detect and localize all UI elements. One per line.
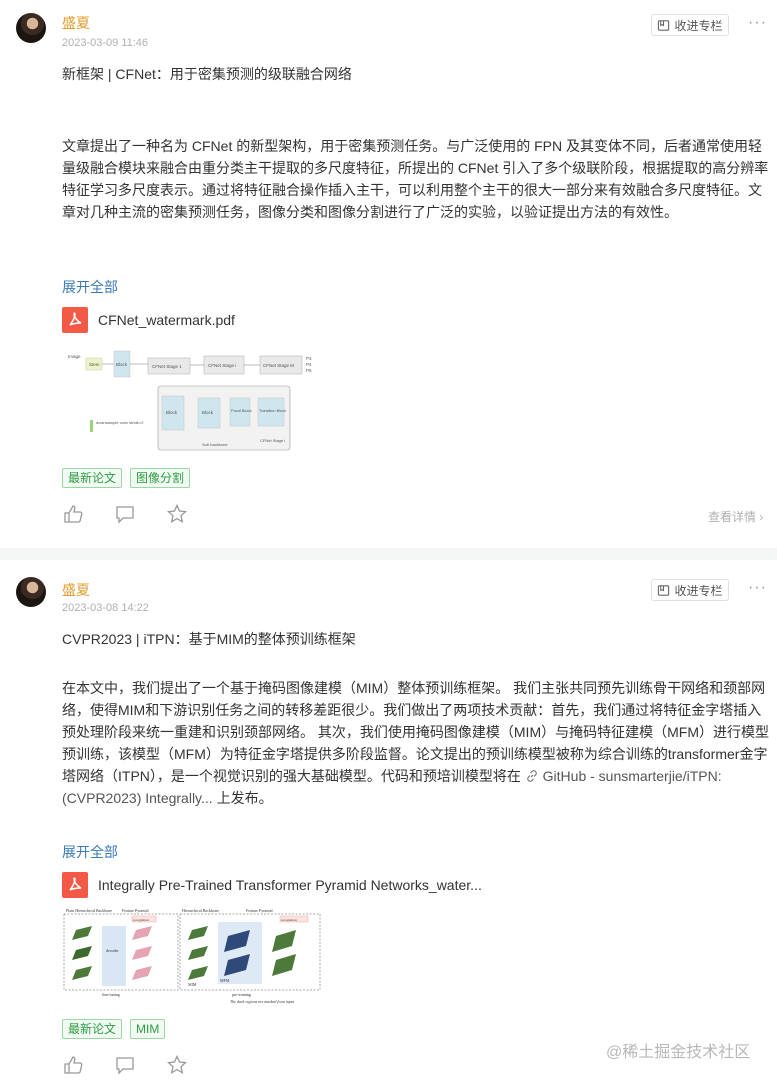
diagram-label: Transition Block [259, 409, 286, 413]
diagram-label: P3 [306, 356, 312, 361]
like-icon[interactable] [62, 503, 84, 525]
author-name[interactable]: 盛夏 [62, 13, 90, 33]
diagram-label: Image [68, 354, 81, 359]
comment-icon[interactable] [114, 503, 136, 525]
more-icon[interactable]: ··· [748, 580, 768, 597]
diagram-label: P4 [306, 362, 312, 367]
post-body: 在本文中，我们提出了一个基于掩码图像建模（MIM）整体预训练框架。 我们主张共同… [62, 677, 774, 809]
like-icon[interactable] [62, 1054, 84, 1076]
diagram-label: CFNet Stage M [263, 363, 294, 368]
pdf-icon [62, 872, 88, 898]
post-title[interactable]: CVPR2023 | iTPN：基于MIM的整体预训练框架 [62, 629, 356, 649]
comment-icon[interactable] [114, 1054, 136, 1076]
pdf-preview-image[interactable]: Image Stem Block CFNet Stage 1 CFNet Sta… [62, 346, 332, 454]
diagram-label: Block [116, 362, 128, 367]
tag[interactable]: MIM [130, 1019, 166, 1039]
collect-label: 收进专栏 [674, 18, 723, 33]
post-card: 盛夏 2023-03-08 14:22 收进专栏 ··· CVPR2023 | … [0, 560, 777, 1082]
attachment-file[interactable]: CFNet_watermark.pdf [62, 307, 235, 333]
collect-label: 收进专栏 [674, 583, 723, 598]
more-icon[interactable]: ··· [748, 15, 768, 32]
tag-list: 最新论文 MIM [62, 1019, 166, 1039]
post-body: 文章提出了一种名为 CFNet 的新型架构，用于密集预测任务。与广泛使用的 FP… [62, 138, 769, 220]
diagram-label: pre-training [232, 992, 251, 997]
site-watermark: @稀土掘金技术社区 [606, 1044, 751, 1061]
body-text: 上发布。 [216, 790, 273, 806]
avatar[interactable] [16, 577, 46, 607]
diagram-label: Focal Block [231, 408, 252, 413]
diagram-label: downsample conv stride=2 [96, 420, 144, 425]
detail-label: 查看详情 [708, 510, 757, 524]
collect-button[interactable]: 收进专栏 [651, 579, 729, 601]
view-detail-link[interactable]: 查看详情 › [708, 508, 763, 525]
diagram-label: Plain Hierarchical Backbone [66, 908, 112, 913]
star-icon[interactable] [166, 1054, 188, 1076]
avatar[interactable] [16, 13, 46, 43]
expand-link[interactable]: 展开全部 [62, 277, 118, 297]
expand-link[interactable]: 展开全部 [62, 842, 118, 862]
post-date: 2023-03-09 11:46 [62, 37, 149, 49]
action-bar [62, 1054, 188, 1076]
file-name: CFNet_watermark.pdf [98, 312, 235, 328]
attachment-file[interactable]: Integrally Pre-Trained Transformer Pyram… [62, 872, 482, 898]
diagram-label: recognition [281, 918, 297, 922]
tag[interactable]: 最新论文 [62, 1019, 123, 1039]
diagram-label: Block [166, 410, 178, 415]
collect-button[interactable]: 收进专栏 [651, 14, 729, 36]
diagram-label: fine-tuning [102, 992, 120, 997]
link-icon [526, 770, 537, 782]
diagram-label: Sub backbone [202, 442, 228, 447]
diagram-label: CFNet Stage 1 [152, 364, 182, 369]
tag-list: 最新论文 图像分割 [62, 468, 191, 488]
diagram-label: Hierarchical Backbone [182, 908, 219, 913]
post-card: 盛夏 2023-03-09 11:46 收进专栏 ··· 新框架 | CFNet… [0, 0, 777, 548]
diagram-label: CFNet Stage i [260, 438, 285, 443]
action-bar [62, 503, 188, 525]
diagram-label: The dark regions are masked from input [230, 999, 295, 1004]
star-icon[interactable] [166, 503, 188, 525]
pdf-preview-image[interactable]: Plain Hierarchical Backbone Feature Pyra… [62, 906, 324, 1006]
bookmark-icon [658, 19, 670, 31]
tag[interactable]: 最新论文 [62, 468, 123, 488]
post-title[interactable]: 新框架 | CFNet：用于密集预测的级联融合网络 [62, 64, 352, 84]
diagram-label: MFM [220, 978, 230, 983]
diagram-label: decoder [106, 948, 119, 953]
diagram-label: Block [202, 410, 214, 415]
diagram-label: Feature Pyramid [122, 908, 149, 913]
diagram-label: Feature Pyramid [246, 908, 273, 913]
diagram-label: recognition [133, 918, 149, 922]
chevron-right-icon: › [759, 510, 764, 524]
author-name[interactable]: 盛夏 [62, 580, 90, 600]
diagram-label: Stem [89, 362, 100, 367]
diagram-label: P5 [306, 368, 312, 373]
file-name: Integrally Pre-Trained Transformer Pyram… [98, 877, 482, 893]
tag[interactable]: 图像分割 [130, 468, 191, 488]
pdf-icon [62, 307, 88, 333]
post-date: 2023-03-08 14:22 [62, 602, 149, 614]
diagram-label: MIM [188, 982, 197, 987]
post-separator [0, 548, 777, 560]
bookmark-icon [658, 584, 670, 596]
diagram-label: CFNet Stage i [208, 363, 236, 368]
